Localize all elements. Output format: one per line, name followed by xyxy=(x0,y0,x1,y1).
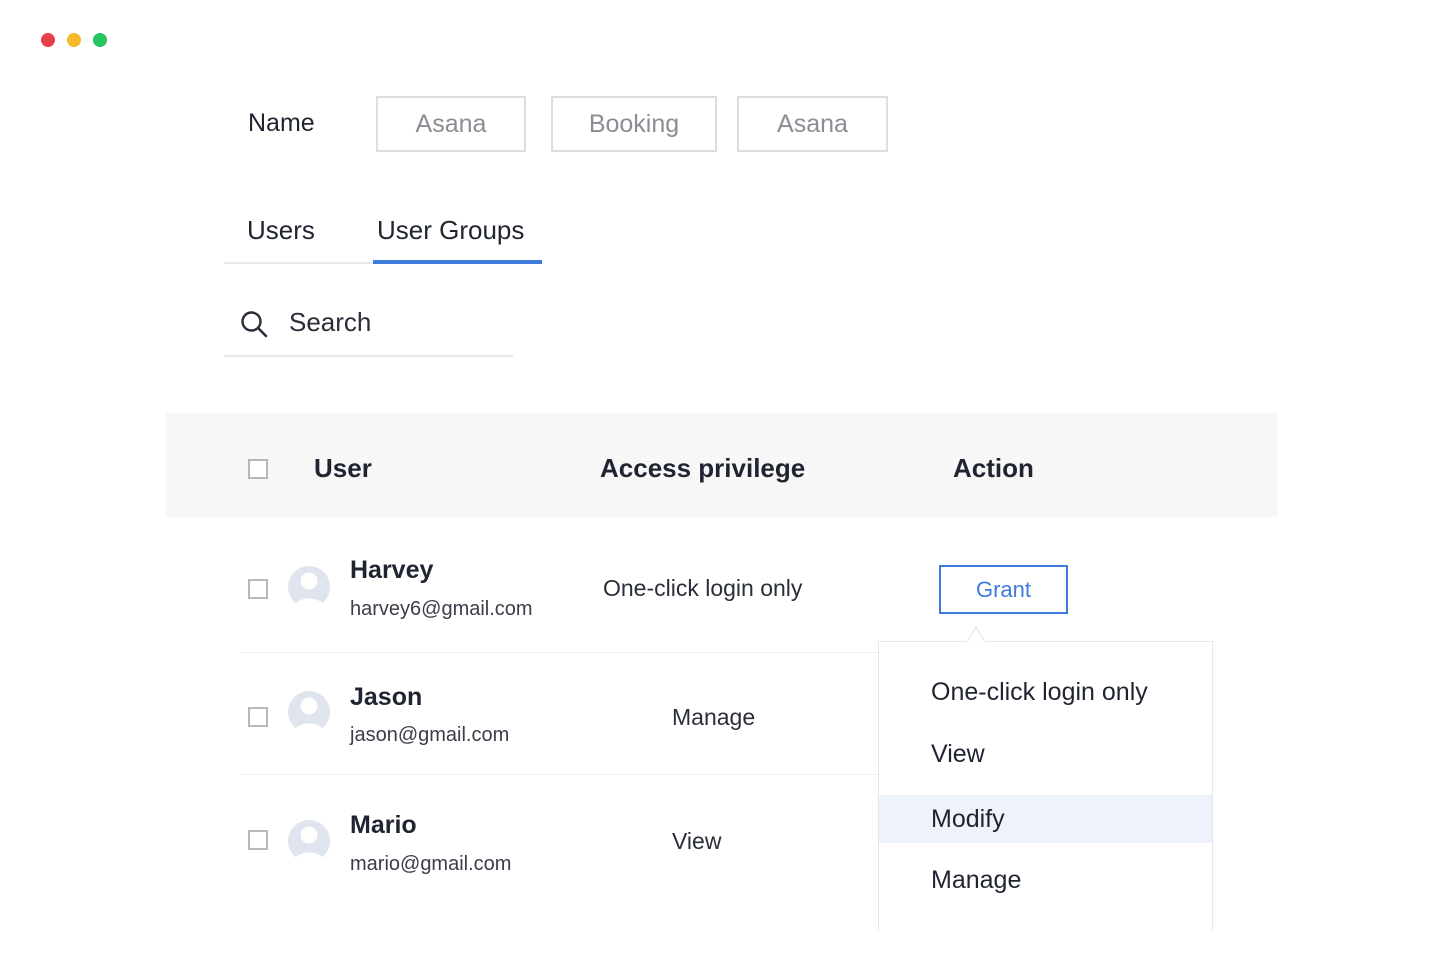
access-privilege-value: View xyxy=(672,828,722,854)
user-email: mario@gmail.com xyxy=(350,853,512,875)
column-header-access-privilege: Access privilege xyxy=(600,453,806,483)
tab-user-groups[interactable]: User Groups xyxy=(377,215,524,246)
window-minimize-dot[interactable] xyxy=(67,33,81,47)
access-privilege-value: One-click login only xyxy=(603,575,803,601)
row-checkbox-jason[interactable] xyxy=(248,707,268,727)
user-name: Jason xyxy=(350,683,423,711)
active-tab-indicator xyxy=(373,260,542,264)
row-checkbox-harvey[interactable] xyxy=(248,579,268,599)
name-chip-asana-2[interactable]: Asana xyxy=(737,96,888,152)
dropdown-caret xyxy=(966,626,986,642)
tab-users[interactable]: Users xyxy=(247,215,315,246)
avatar-placeholder-icon xyxy=(288,820,330,863)
menu-item-one-click-login-only[interactable]: One-click login only xyxy=(879,668,1212,716)
row-divider xyxy=(240,774,880,775)
select-all-checkbox[interactable] xyxy=(248,459,268,479)
avatar-placeholder-icon xyxy=(288,691,330,734)
column-header-user: User xyxy=(314,453,372,483)
menu-item-manage[interactable]: Manage xyxy=(879,856,1212,904)
row-checkbox-mario[interactable] xyxy=(248,830,268,850)
user-name: Mario xyxy=(350,811,417,839)
window-maximize-dot[interactable] xyxy=(93,33,107,47)
user-email: jason@gmail.com xyxy=(350,724,510,746)
name-chip-asana[interactable]: Asana xyxy=(376,96,526,152)
menu-item-modify[interactable]: Modify xyxy=(879,795,1212,843)
grant-button[interactable]: Grant xyxy=(939,565,1068,614)
row-divider xyxy=(240,652,880,653)
avatar-placeholder-icon xyxy=(288,566,330,609)
name-chip-booking[interactable]: Booking xyxy=(551,96,717,152)
access-privilege-value: Manage xyxy=(672,704,756,730)
menu-item-view[interactable]: View xyxy=(879,730,1212,778)
privilege-dropdown-menu: One-click login only View Modify Manage xyxy=(878,641,1213,931)
column-header-action: Action xyxy=(953,453,1034,483)
search-input[interactable]: Search xyxy=(289,307,371,338)
search-icon[interactable] xyxy=(239,309,269,339)
user-email: harvey6@gmail.com xyxy=(350,598,533,620)
search-underline xyxy=(224,355,513,357)
name-label: Name xyxy=(248,109,315,137)
user-name: Harvey xyxy=(350,556,434,584)
window-close-dot[interactable] xyxy=(41,33,55,47)
